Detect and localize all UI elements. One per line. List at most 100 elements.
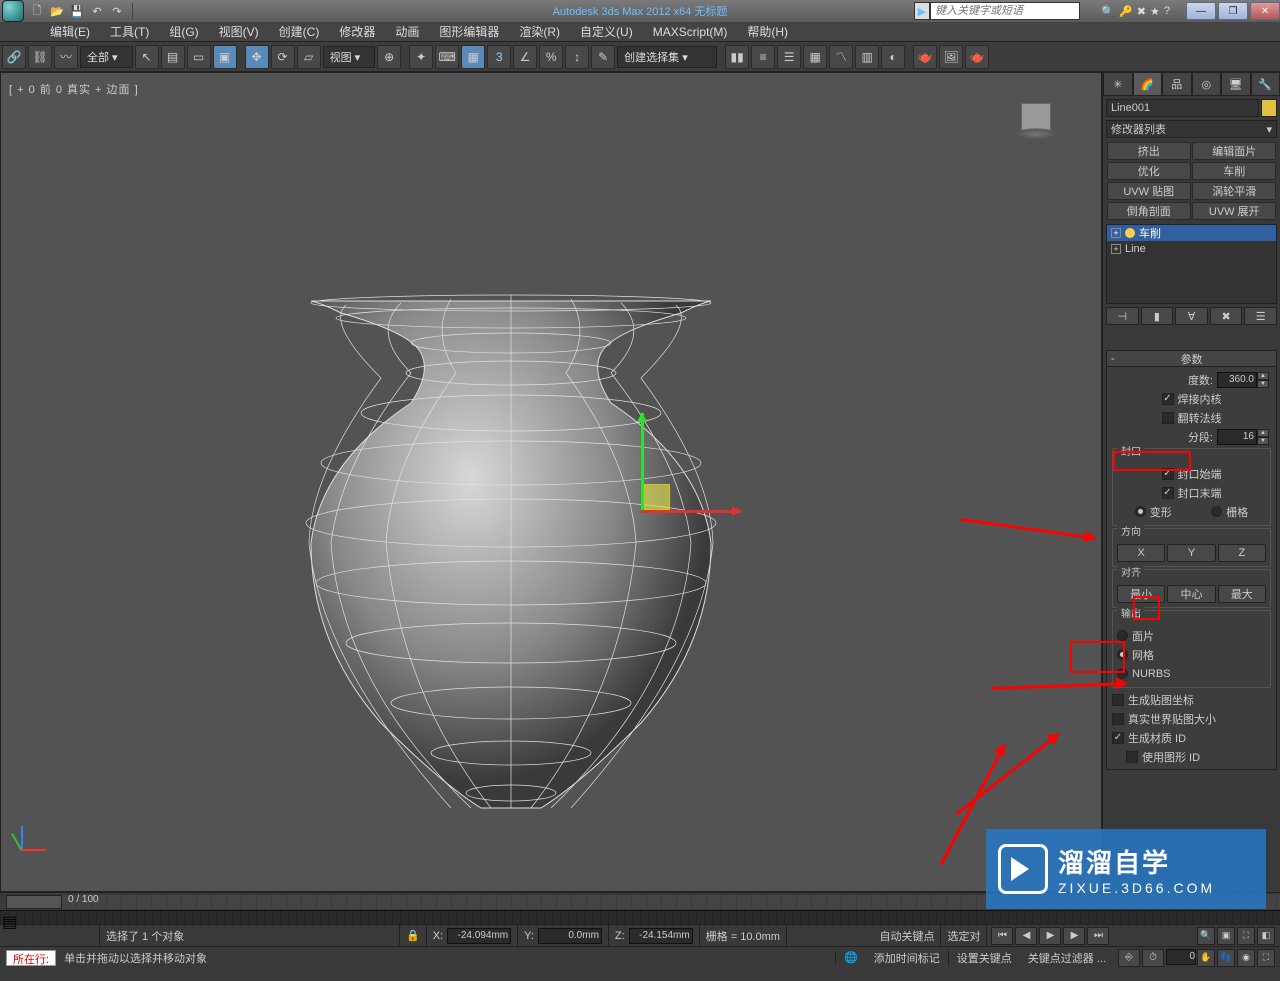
- show-end-result-icon[interactable]: ▮: [1141, 307, 1174, 325]
- degrees-spinner[interactable]: ▲▼: [1217, 372, 1271, 388]
- align-max-button[interactable]: 最大: [1218, 585, 1266, 603]
- selected-key-combo[interactable]: 选定对: [941, 925, 987, 946]
- expand-icon[interactable]: +: [1111, 244, 1121, 254]
- expand-icon[interactable]: +: [1111, 228, 1121, 238]
- snap-3-icon[interactable]: 3: [487, 45, 511, 69]
- next-frame-icon[interactable]: ▶: [1063, 927, 1085, 945]
- modifier-list-combo[interactable]: 修改器列表▾: [1106, 120, 1277, 138]
- spinner-snap-icon[interactable]: ↕: [565, 45, 589, 69]
- use-shape-checkbox[interactable]: [1126, 751, 1138, 763]
- make-unique-icon[interactable]: ∀: [1175, 307, 1208, 325]
- comm-center-icon[interactable]: 🌐: [835, 951, 866, 964]
- coord-x-input[interactable]: [447, 928, 511, 944]
- unlink-icon[interactable]: ⛓: [28, 45, 52, 69]
- rotate-icon[interactable]: ⟳: [271, 45, 295, 69]
- mod-lathe-button[interactable]: 车削: [1192, 162, 1276, 180]
- cap-end-checkbox[interactable]: ✓: [1162, 487, 1174, 499]
- real-world-checkbox[interactable]: [1112, 713, 1124, 725]
- tab-motion-icon[interactable]: ◎: [1192, 72, 1222, 96]
- align-min-button[interactable]: 最小: [1117, 585, 1165, 603]
- axis-z-button[interactable]: Z: [1218, 544, 1266, 562]
- manipulate-icon[interactable]: ✦: [409, 45, 433, 69]
- gen-map-checkbox[interactable]: [1112, 694, 1124, 706]
- key-filters-button[interactable]: 关键点过滤器 ...: [1020, 950, 1114, 966]
- ref-coord-combo[interactable]: 视图 ▾: [323, 46, 376, 68]
- link-icon[interactable]: 🔗: [2, 45, 26, 69]
- mod-turbosmooth-button[interactable]: 涡轮平滑: [1192, 182, 1276, 200]
- align-center-button[interactable]: 中心: [1167, 585, 1215, 603]
- menu-group[interactable]: 组(G): [159, 21, 208, 42]
- render-frame-icon[interactable]: 🖼: [939, 45, 963, 69]
- exchange-icon[interactable]: ✖: [1137, 5, 1146, 18]
- layers-icon[interactable]: ☰: [777, 45, 801, 69]
- menu-edit[interactable]: 编辑(E): [40, 21, 100, 42]
- configure-sets-icon[interactable]: ☰: [1244, 307, 1277, 325]
- edit-named-sel-icon[interactable]: ✎: [591, 45, 615, 69]
- macro-recorder-label[interactable]: 所在行:: [6, 950, 56, 966]
- move-icon[interactable]: ✥: [245, 45, 269, 69]
- stack-item-lathe[interactable]: + 车削: [1107, 225, 1276, 241]
- viewport-front[interactable]: [ + 0 前 0 真实 + 边面 ]: [0, 72, 1102, 892]
- pin-stack-icon[interactable]: ⊣: [1106, 307, 1139, 325]
- grid-radio[interactable]: [1211, 506, 1222, 517]
- mod-uvwunwrap-button[interactable]: UVW 展开: [1192, 202, 1276, 220]
- viewcube[interactable]: [1011, 103, 1061, 143]
- new-icon[interactable]: 🗋: [28, 2, 46, 20]
- search-icon[interactable]: ▶: [914, 2, 930, 20]
- zoom-all-icon[interactable]: ▣: [1217, 927, 1235, 945]
- mirror-icon[interactable]: ▮▮: [725, 45, 749, 69]
- pan-icon[interactable]: ✋: [1197, 949, 1215, 967]
- flip-normals-checkbox[interactable]: [1162, 412, 1174, 424]
- fov-icon[interactable]: ◧: [1257, 927, 1275, 945]
- select-object-icon[interactable]: ↖: [135, 45, 159, 69]
- maximize-button[interactable]: ❐: [1218, 2, 1248, 20]
- percent-snap-icon[interactable]: %: [539, 45, 563, 69]
- menu-customize[interactable]: 自定义(U): [570, 21, 643, 42]
- keyboard-shortcut-icon[interactable]: ⌨: [435, 45, 459, 69]
- object-color-swatch[interactable]: [1261, 99, 1277, 117]
- add-timetag-button[interactable]: 添加时间标记: [866, 950, 948, 966]
- scale-icon[interactable]: ▱: [297, 45, 321, 69]
- zoom-icon[interactable]: 🔍: [1197, 927, 1215, 945]
- pivot-icon[interactable]: ⊕: [377, 45, 401, 69]
- coord-z-input[interactable]: [629, 928, 693, 944]
- save-icon[interactable]: 💾: [68, 2, 86, 20]
- mod-bevelprofile-button[interactable]: 倒角剖面: [1107, 202, 1191, 220]
- menu-tools[interactable]: 工具(T): [100, 21, 159, 42]
- orbit-icon[interactable]: ◉: [1237, 949, 1255, 967]
- app-logo[interactable]: [2, 0, 24, 22]
- mod-uvwmap-button[interactable]: UVW 贴图: [1107, 182, 1191, 200]
- favorite-icon[interactable]: ★: [1150, 5, 1160, 18]
- tab-modify-icon[interactable]: 🌈: [1133, 72, 1163, 96]
- gen-mat-checkbox[interactable]: ✓: [1112, 732, 1124, 744]
- cap-start-checkbox[interactable]: ✓: [1162, 468, 1174, 480]
- coord-y-input[interactable]: [538, 928, 602, 944]
- material-editor-icon[interactable]: ◐: [881, 45, 905, 69]
- time-config-icon[interactable]: ⏱: [1142, 949, 1164, 967]
- morph-radio[interactable]: [1135, 506, 1146, 517]
- track-bar[interactable]: ▤: [0, 910, 1280, 924]
- render-icon[interactable]: 🫖: [965, 45, 989, 69]
- angle-snap-icon[interactable]: ∠: [513, 45, 537, 69]
- graphite-icon[interactable]: ▦: [803, 45, 827, 69]
- menu-views[interactable]: 视图(V): [209, 21, 269, 42]
- mod-optimize-button[interactable]: 优化: [1107, 162, 1191, 180]
- output-mesh-radio[interactable]: [1117, 649, 1128, 660]
- bulb-icon[interactable]: [1125, 228, 1135, 238]
- time-slider-thumb[interactable]: [6, 895, 62, 909]
- max-toggle-icon[interactable]: ⛶: [1257, 949, 1275, 967]
- selection-filter-combo[interactable]: 全部 ▾: [80, 46, 133, 68]
- open-icon[interactable]: 📂: [48, 2, 66, 20]
- search-input[interactable]: [930, 2, 1080, 20]
- rect-region-icon[interactable]: ▭: [187, 45, 211, 69]
- axis-y-button[interactable]: Y: [1167, 544, 1215, 562]
- mod-editpatch-button[interactable]: 编辑面片: [1192, 142, 1276, 160]
- trackbar-toggle-icon[interactable]: ▤: [2, 912, 14, 924]
- play-icon[interactable]: ▶: [1039, 927, 1061, 945]
- tab-create-icon[interactable]: ✳: [1103, 72, 1133, 96]
- menu-create[interactable]: 创建(C): [269, 21, 330, 42]
- walk-icon[interactable]: 👣: [1217, 949, 1235, 967]
- tab-utilities-icon[interactable]: 🔧: [1251, 72, 1280, 96]
- curve-editor-icon[interactable]: 〽: [829, 45, 853, 69]
- schematic-icon[interactable]: ▥: [855, 45, 879, 69]
